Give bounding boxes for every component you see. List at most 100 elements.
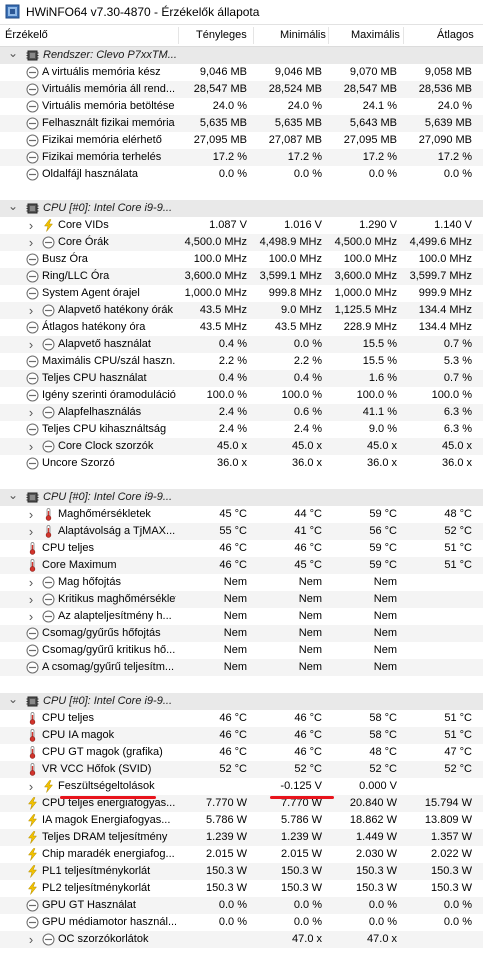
sensor-group-header[interactable]: ⌄ Rendszer: Clevo P7xxTM... [0, 47, 483, 64]
sensor-row[interactable]: Csomag/gyűrűs hőfojtás Nem Nem Nem [0, 625, 483, 642]
chevron-down-icon[interactable]: ⌄ [8, 47, 18, 64]
chevron-right-icon[interactable]: › [26, 302, 36, 319]
chevron-right-icon[interactable]: › [26, 574, 36, 591]
sensor-row[interactable]: Ring/LLC Óra 3,600.0 MHz 3,599.1 MHz 3,600.… [0, 268, 483, 285]
column-divider[interactable] [178, 27, 179, 44]
sensor-row[interactable]: Uncore Szorzó 36.0 x 36.0 x 36.0 x 36.0 x [0, 455, 483, 472]
title-bar: HWiNFO64 v7.30-4870 - Érzékelők állapota [0, 0, 483, 25]
value-current: 46 °C [219, 712, 247, 724]
column-divider[interactable] [253, 27, 254, 44]
sensor-row[interactable]: Felhasznált fizikai memória 5,635 MB 5,635… [0, 115, 483, 132]
chevron-right-icon[interactable]: › [26, 506, 36, 523]
value-maximum: 2.030 W [356, 848, 397, 860]
sensor-row[interactable]: VR VCC Hőfok (SVID) 52 °C 52 °C 52 °C 52 °C [0, 761, 483, 778]
thermometer-icon [29, 729, 36, 742]
chevron-down-icon[interactable]: ⌄ [8, 693, 18, 710]
column-header-maximum[interactable]: Maximális [351, 25, 400, 46]
sensor-row[interactable]: › Az alapteljesítmény h... Nem Nem Nem [0, 608, 483, 625]
chevron-right-icon[interactable]: › [26, 591, 36, 608]
gauge-icon [42, 933, 55, 946]
sensor-row[interactable]: System Agent órajel 1,000.0 MHz 999.8 MHz 1… [0, 285, 483, 302]
sensor-row[interactable]: › Alaptávolság a TjMAX... 55 °C 41 °C 56 °C 5… [0, 523, 483, 540]
chevron-down-icon[interactable]: ⌄ [8, 200, 18, 217]
sensor-name: Mag hőfojtás [58, 576, 121, 588]
value-current [178, 778, 247, 795]
sensor-row[interactable]: Teljes CPU használat 0.4 % 0.4 % 1.6 % 0.7 % [0, 370, 483, 387]
sensor-row[interactable]: Teljes DRAM teljesítmény 1.239 W 1.239 W 1.… [0, 829, 483, 846]
value-maximum: 228.9 MHz [343, 321, 397, 333]
chevron-right-icon[interactable]: › [26, 234, 36, 251]
chevron-right-icon[interactable]: › [26, 931, 36, 948]
value-maximum: 0.0 % [368, 168, 397, 180]
sensor-row[interactable]: CPU GT magok (grafika) 46 °C 46 °C 48 °C 47 … [0, 744, 483, 761]
sensor-row[interactable]: › Alapfelhasználás 2.4 % 0.6 % 41.1 % 6.3 % [0, 404, 483, 421]
gauge-icon [26, 100, 39, 113]
sensor-row[interactable]: Teljes CPU kihasználtság 2.4 % 2.4 % 9.0 % 6… [0, 421, 483, 438]
sensor-group-header[interactable]: ⌄ CPU [#0]: Intel Core i9-9... [0, 489, 483, 506]
sensor-row[interactable]: CPU teljes 46 °C 46 °C 58 °C 51 °C [0, 710, 483, 727]
chevron-down-icon[interactable]: ⌄ [8, 489, 18, 506]
sensor-row[interactable]: › Core Órák 4,500.0 MHz 4,498.9 MHz 4,500.0 … [0, 234, 483, 251]
chevron-right-icon[interactable]: › [26, 217, 36, 234]
sensor-row[interactable]: Átlagos hatékony óra 43.5 MHz 43.5 MHz 228.… [0, 319, 483, 336]
sensor-row[interactable]: A csomag/gyűrű teljesítm... Nem Nem Nem [0, 659, 483, 676]
sensor-row[interactable]: › Alapvető hatékony órák 43.5 MHz 9.0 MHz 1,… [0, 302, 483, 319]
sensor-row[interactable]: Virtuális memória betöltése 24.0 % 24.0 % 2… [0, 98, 483, 115]
sensor-group-header[interactable]: ⌄ CPU [#0]: Intel Core i9-9... [0, 693, 483, 710]
sensor-row[interactable]: Busz Óra 100.0 MHz 100.0 MHz 100.0 MHz 100.0… [0, 251, 483, 268]
sensor-row[interactable]: › Alapvető használat 0.4 % 0.0 % 15.5 % 0.7 % [0, 336, 483, 353]
value-maximum: 48 °C [369, 746, 397, 758]
sensor-row[interactable]: Chip maradék energiafog... 2.015 W 2.015 W… [0, 846, 483, 863]
value-average: 51 °C [444, 559, 472, 571]
sensor-row[interactable]: Maximális CPU/szál haszn... 2.2 % 2.2 % 15.… [0, 353, 483, 370]
value-average: 999.9 MHz [418, 287, 472, 299]
sensor-row[interactable]: CPU IA magok 46 °C 46 °C 58 °C 51 °C [0, 727, 483, 744]
chevron-right-icon[interactable]: › [26, 608, 36, 625]
chevron-right-icon[interactable]: › [26, 336, 36, 353]
column-divider[interactable] [328, 27, 329, 44]
value-current: 45 °C [219, 508, 247, 520]
sensor-row[interactable]: GPU GT Használat 0.0 % 0.0 % 0.0 % 0.0 % [0, 897, 483, 914]
sensor-name: Alapvető hatékony órák [58, 304, 173, 316]
sensor-row[interactable]: Oldalfájl használata 0.0 % 0.0 % 0.0 % 0.0 % [0, 166, 483, 183]
sensor-row[interactable]: › Kritikus maghőmérséklet Nem Nem Nem [0, 591, 483, 608]
sensor-row[interactable]: Igény szerinti óramoduláció 100.0 % 100.0 … [0, 387, 483, 404]
sensor-row[interactable]: A virtuális memória kész 9,046 MB 9,046 MB… [0, 64, 483, 81]
value-minimum: 2.015 W [281, 848, 322, 860]
chevron-right-icon[interactable]: › [26, 404, 36, 421]
value-current: 43.5 MHz [199, 304, 247, 316]
sensor-row[interactable]: IA magok Energiafogyas... 5.786 W 5.786 W 1… [0, 812, 483, 829]
column-header-minimum[interactable]: Minimális [280, 25, 326, 46]
sensor-row[interactable]: Virtuális memória áll rend... 28,547 MB 28… [0, 81, 483, 98]
chevron-right-icon[interactable]: › [26, 438, 36, 455]
sensor-row[interactable]: › Core Clock szorzók 45.0 x 45.0 x 45.0 x 45.… [0, 438, 483, 455]
column-header-current[interactable]: Tényleges [196, 25, 247, 46]
sensor-row[interactable]: › OC szorzókorlátok 47.0 x 47.0 x [0, 931, 483, 948]
sensor-row[interactable]: Fizikai memória terhelés 17.2 % 17.2 % 17.2… [0, 149, 483, 166]
chevron-right-icon[interactable]: › [26, 523, 36, 540]
sensor-row[interactable]: › Feszültségeltolások -0.125 V 0.000 V [0, 778, 483, 795]
sensor-row[interactable]: Core Maximum 46 °C 45 °C 59 °C 51 °C [0, 557, 483, 574]
value-average: 150.3 W [431, 882, 472, 894]
sensor-group-header[interactable]: ⌄ CPU [#0]: Intel Core i9-9... [0, 200, 483, 217]
value-maximum: 0.000 V [359, 780, 397, 792]
sensor-name: Ring/LLC Óra [42, 270, 110, 282]
column-header-average[interactable]: Átlagos [437, 25, 474, 46]
column-header-sensor[interactable]: Érzékelő [5, 25, 48, 46]
sensor-row[interactable]: › Maghőmérsékletek 45 °C 44 °C 59 °C 48 °C [0, 506, 483, 523]
sensor-row[interactable]: GPU médiamotor használ... 0.0 % 0.0 % 0.0 %… [0, 914, 483, 931]
sensor-row[interactable]: CPU teljes 46 °C 46 °C 59 °C 51 °C [0, 540, 483, 557]
sensor-row[interactable]: PL1 teljesítménykorlát 150.3 W 150.3 W 150.… [0, 863, 483, 880]
column-divider[interactable] [403, 27, 404, 44]
value-minimum: 100.0 % [281, 389, 322, 401]
chevron-right-icon[interactable]: › [26, 778, 36, 795]
value-maximum: 18.862 W [349, 814, 397, 826]
sensor-name: Átlagos hatékony óra [42, 321, 146, 333]
sensor-row[interactable]: › Core VIDs 1.087 V 1.016 V 1.290 V 1.140 V [0, 217, 483, 234]
value-average: 6.3 % [443, 406, 472, 418]
value-current: 9,046 MB [199, 66, 247, 78]
sensor-row[interactable]: Fizikai memória elérhető 27,095 MB 27,087 … [0, 132, 483, 149]
sensor-row[interactable]: PL2 teljesítménykorlát 150.3 W 150.3 W 150.… [0, 880, 483, 897]
sensor-row[interactable]: › Mag hőfojtás Nem Nem Nem [0, 574, 483, 591]
sensor-row[interactable]: Csomag/gyűrű kritikus hő... Nem Nem Nem [0, 642, 483, 659]
